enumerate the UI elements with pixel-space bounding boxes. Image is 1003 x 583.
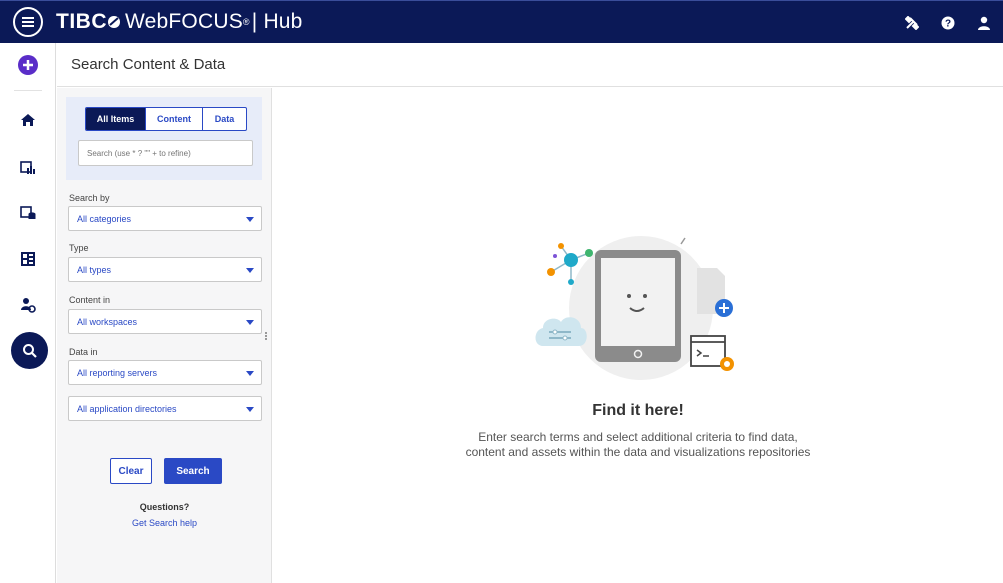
results-area: Find it here! Enter search terms and sel… xyxy=(273,88,1003,583)
panel-resize-handle[interactable] xyxy=(264,331,268,343)
empty-state-illustration xyxy=(535,236,734,380)
left-nav-rail xyxy=(0,43,56,583)
content-in-label: Content in xyxy=(69,295,111,305)
user-icon[interactable] xyxy=(977,16,991,30)
chevron-down-icon xyxy=(246,407,254,412)
type-select[interactable]: All types xyxy=(68,257,262,282)
empty-state-line-2: content and assets within the data and v… xyxy=(465,445,811,459)
rail-divider xyxy=(14,90,42,91)
data-in-label: Data in xyxy=(69,347,98,357)
page-title: Search Content & Data xyxy=(57,43,1003,87)
search-icon[interactable] xyxy=(11,332,48,369)
application-directories-value: All application directories xyxy=(77,403,177,414)
section-name: | Hub xyxy=(251,10,303,33)
application-directories-select[interactable]: All application directories xyxy=(68,396,262,421)
reporting-servers-select[interactable]: All reporting servers xyxy=(68,360,262,385)
search-by-label: Search by xyxy=(69,193,110,203)
search-by-value: All categories xyxy=(77,213,132,224)
menu-icon[interactable] xyxy=(13,7,43,37)
search-box-area: All Items Content Data xyxy=(66,97,262,180)
questions-label: Questions? xyxy=(139,502,190,512)
help-icon[interactable]: ? xyxy=(941,16,955,30)
registered-mark: ® xyxy=(242,17,250,27)
content-icon[interactable] xyxy=(0,160,56,176)
tab-data[interactable]: Data xyxy=(203,108,246,130)
tab-all-items[interactable]: All Items xyxy=(86,108,146,130)
chevron-down-icon xyxy=(246,371,254,376)
search-by-select[interactable]: All categories xyxy=(68,206,262,231)
search-button[interactable]: Search xyxy=(164,458,222,484)
content-in-select[interactable]: All workspaces xyxy=(68,309,262,334)
empty-state-title: Find it here! xyxy=(592,402,684,419)
visualize-icon[interactable] xyxy=(0,251,56,267)
brand-name: TIBC xyxy=(56,10,107,33)
tab-content[interactable]: Content xyxy=(146,108,203,130)
data-icon[interactable] xyxy=(0,205,56,221)
content-in-value: All workspaces xyxy=(77,316,138,327)
chevron-down-icon xyxy=(246,268,254,273)
add-icon[interactable] xyxy=(0,55,56,75)
type-label: Type xyxy=(69,243,89,253)
chevron-down-icon xyxy=(246,320,254,325)
tools-icon[interactable] xyxy=(905,15,919,30)
chevron-down-icon xyxy=(246,217,254,222)
search-help-link[interactable]: Get Search help xyxy=(57,518,272,528)
type-value: All types xyxy=(77,264,112,275)
top-bar: TIBC WebFOCUS ® | Hub ? xyxy=(0,0,1003,43)
product-name: WebFOCUS xyxy=(125,10,243,33)
reporting-servers-value: All reporting servers xyxy=(77,367,158,378)
empty-state-line-1: Enter search terms and select additional… xyxy=(478,430,798,444)
tibco-logo-icon xyxy=(108,16,120,28)
clear-button[interactable]: Clear xyxy=(110,458,152,484)
home-icon[interactable] xyxy=(0,113,56,127)
search-input[interactable] xyxy=(78,140,253,166)
search-panel: All Items Content Data Search by All cat… xyxy=(57,88,272,583)
item-type-tabs: All Items Content Data xyxy=(85,107,247,131)
svg-text:?: ? xyxy=(945,18,951,29)
management-icon[interactable] xyxy=(0,297,56,313)
app-title: TIBC WebFOCUS ® | Hub xyxy=(56,10,303,34)
empty-state-description: Enter search terms and select additional… xyxy=(273,430,1003,460)
